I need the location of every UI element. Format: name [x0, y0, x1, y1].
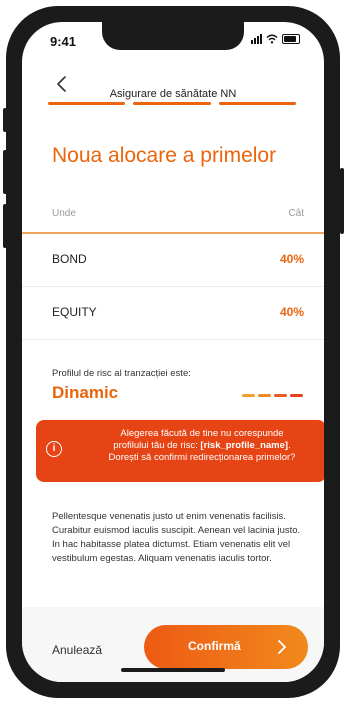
risk-label: Profilul de risc al tranzacției este: [52, 368, 191, 379]
fund-percent: 40% [279, 305, 304, 319]
notch [102, 22, 244, 50]
alert-line-2-prefix: profilului tău de risc: [113, 440, 201, 451]
risk-segment [274, 394, 287, 397]
fund-name: EQUITY [52, 305, 97, 319]
alert-risk-placeholder: [risk_profile_name] [200, 440, 289, 451]
header-title: Asigurare de sănătate NN [109, 88, 237, 100]
column-header-how-much: Cât [288, 208, 304, 219]
chevron-right-icon [278, 640, 286, 654]
risk-profile-name: Dinamic [52, 383, 119, 402]
risk-mismatch-alert: i Alegerea făcută de tine nu corespunde … [36, 420, 324, 482]
wifi-icon [266, 34, 278, 44]
risk-segment [258, 394, 271, 397]
column-header-where: Unde [52, 208, 76, 219]
fund-name: BOND [52, 252, 87, 266]
status-icons [251, 34, 300, 44]
volume-down-button [3, 204, 7, 248]
cancel-button[interactable]: Anulează [52, 643, 102, 657]
risk-level-meter [242, 394, 303, 397]
app-screen: 9:41 Asigurare de sănătate NN Noua aloca… [22, 22, 324, 682]
info-icon: i [46, 441, 62, 457]
risk-segment [242, 394, 255, 397]
allocation-row: BOND 40% [22, 234, 324, 287]
home-indicator [121, 668, 225, 672]
alert-line-3: Dorești să confirmi redirecționarea prim… [108, 452, 296, 463]
page-title: Noua alocare a primelor [52, 144, 277, 167]
alert-line-2-suffix: . [288, 440, 291, 451]
confirm-button[interactable]: Confirmă [144, 625, 308, 669]
progress-step [218, 102, 296, 105]
step-progress [48, 102, 296, 105]
volume-up-button [3, 150, 7, 194]
signal-icon [251, 34, 262, 44]
status-time: 9:41 [50, 34, 77, 49]
mute-switch [3, 108, 7, 132]
risk-segment [290, 394, 303, 397]
confirm-button-label: Confirmă [188, 639, 241, 653]
alert-message: Alegerea făcută de tine nu corespunde pr… [86, 428, 318, 464]
power-button [340, 168, 344, 234]
fund-percent: 40% [279, 252, 304, 266]
progress-step [133, 102, 211, 105]
allocation-row: EQUITY 40% [22, 287, 324, 340]
alert-line-1: Alegerea făcută de tine nu corespunde [120, 428, 284, 439]
body-paragraph: Pellentesque venenatis justo ut enim ven… [52, 511, 301, 564]
battery-icon [282, 34, 300, 44]
progress-step [48, 102, 126, 105]
